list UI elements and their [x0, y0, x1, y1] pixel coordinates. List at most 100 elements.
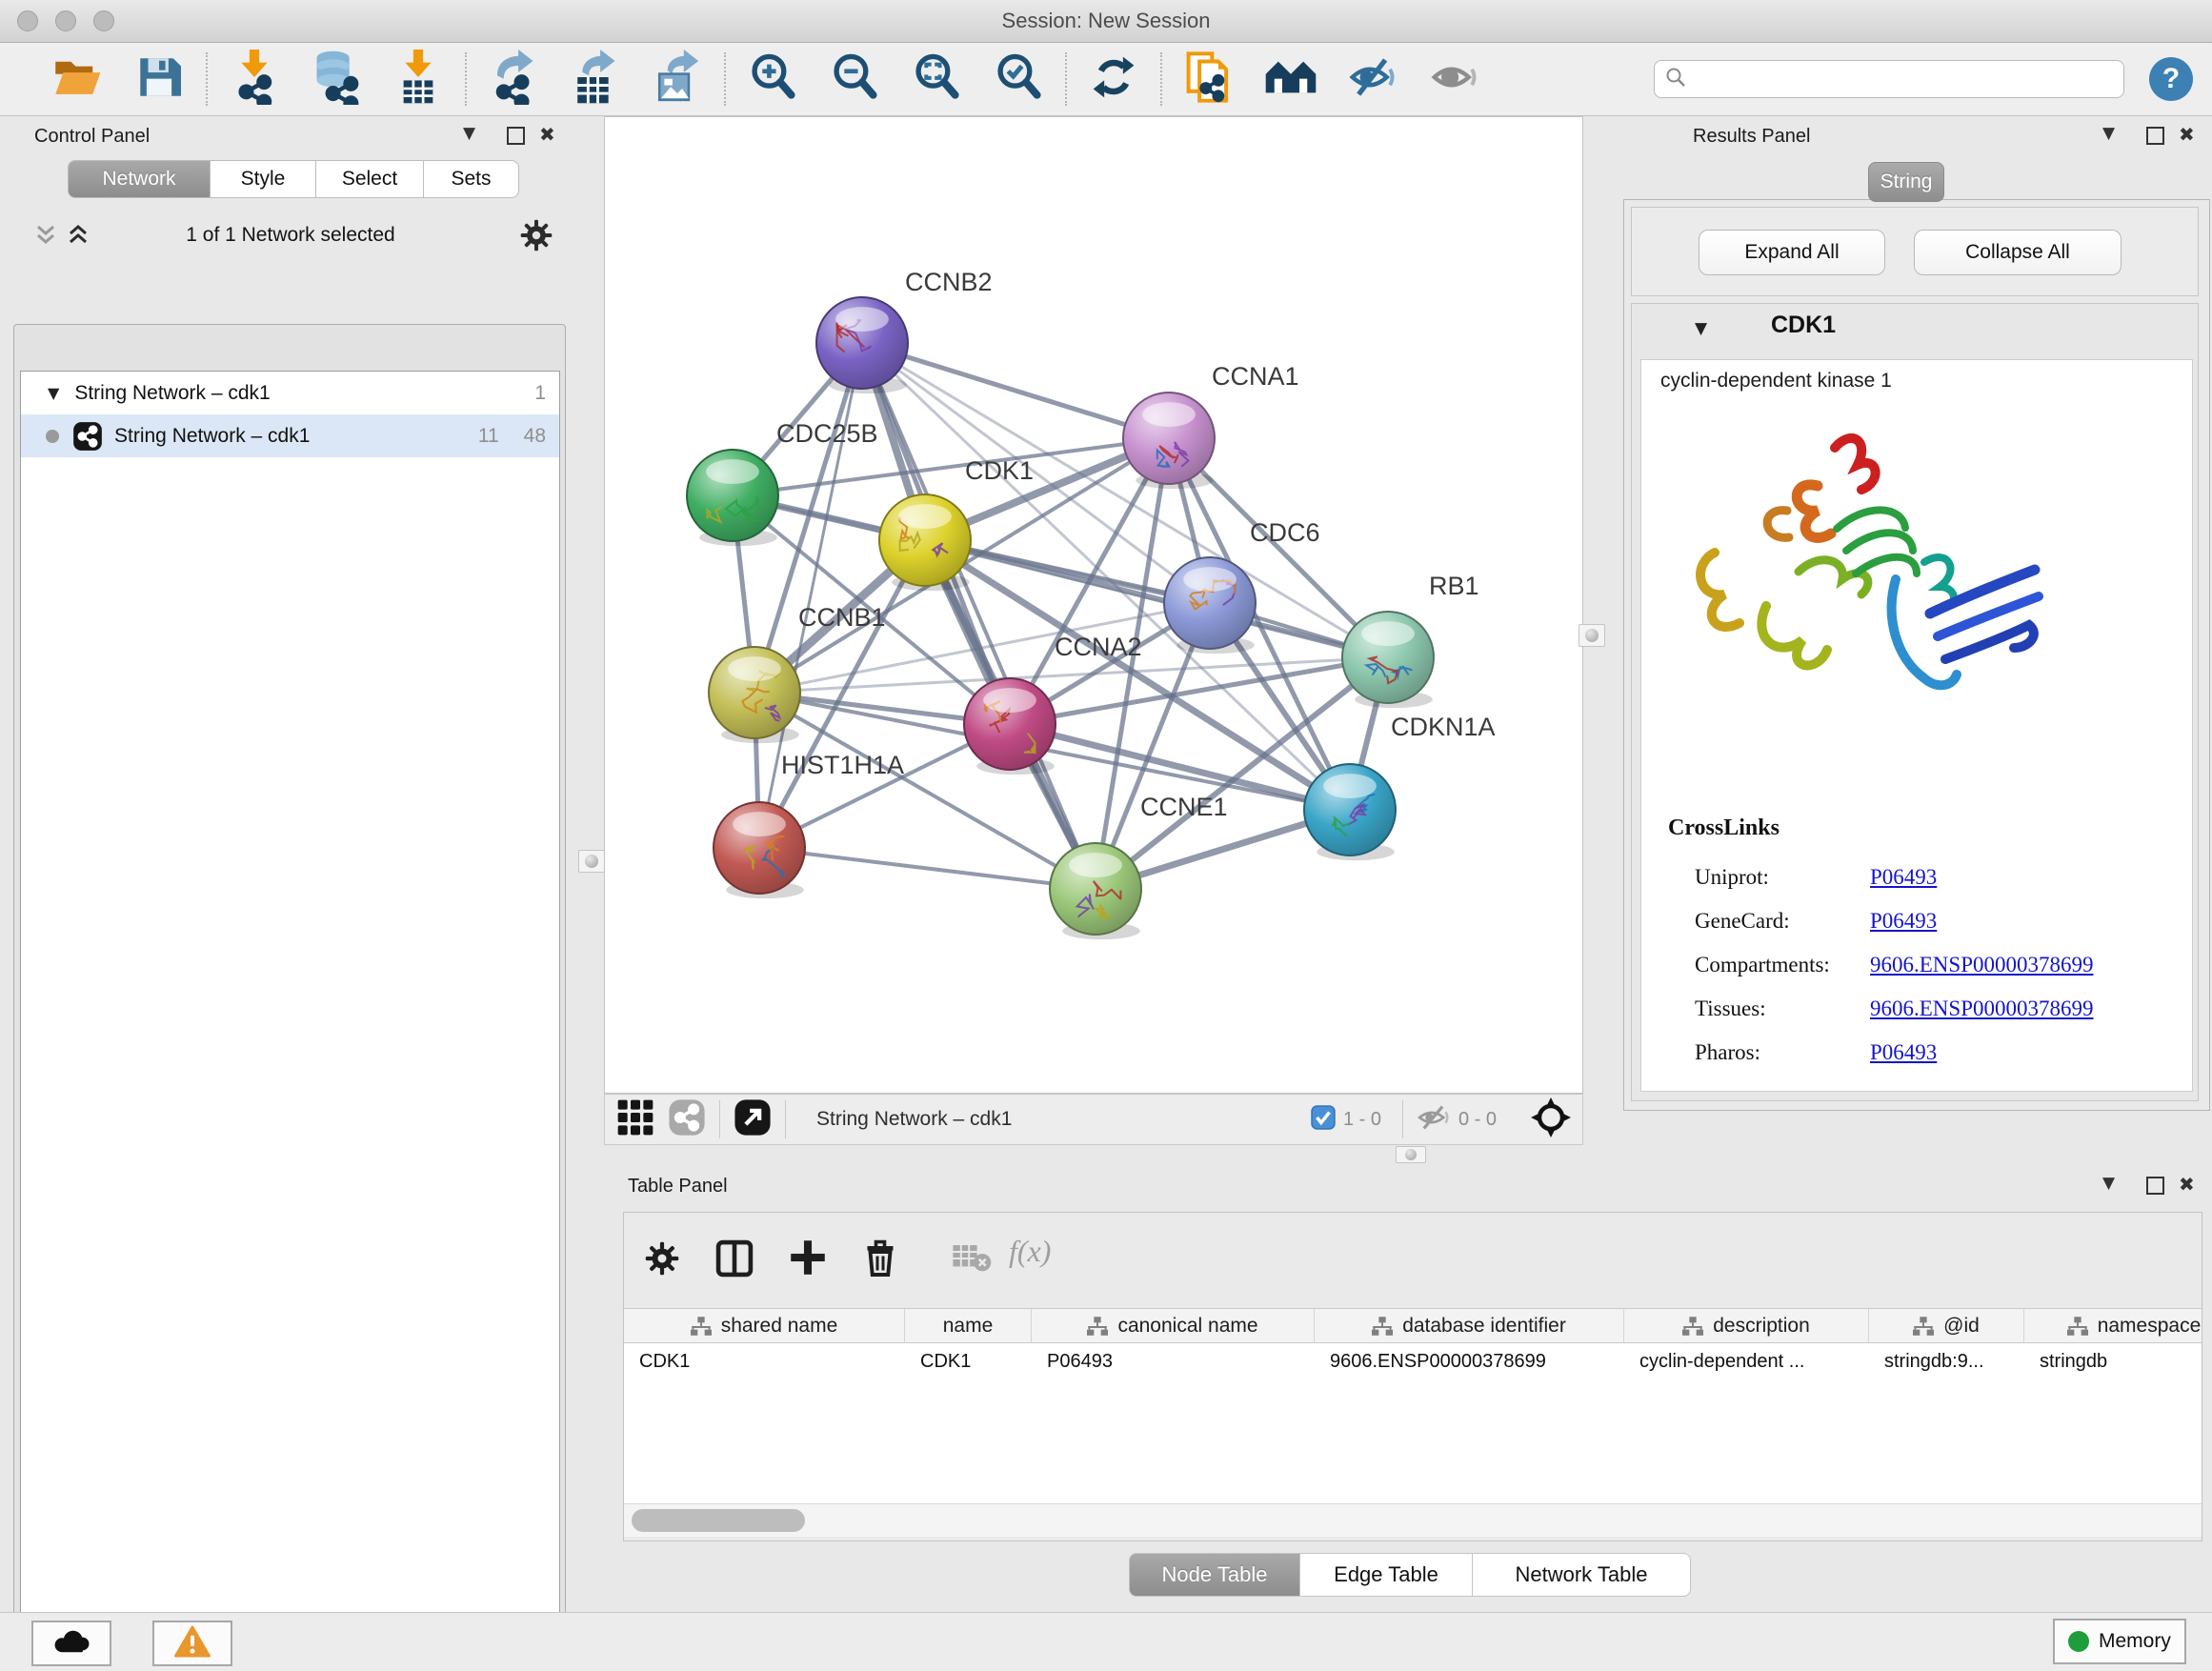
graph-node-label: RB1 — [1429, 572, 1479, 600]
column-header[interactable]: canonical name — [1032, 1309, 1315, 1342]
birds-eye-crosshair-icon[interactable] — [1531, 1097, 1571, 1142]
tab-select[interactable]: Select — [316, 160, 424, 198]
cell-description[interactable]: cyclin-dependent ... — [1624, 1343, 1869, 1379]
function-builder-label[interactable]: f(x) — [1009, 1234, 1051, 1269]
tab-sets[interactable]: Sets — [424, 160, 519, 198]
help-button[interactable]: ? — [2149, 57, 2193, 101]
zoom-selected-button[interactable] — [977, 49, 1059, 110]
hidden-eye-slash-icon[interactable] — [1417, 1102, 1451, 1137]
import-table-button[interactable] — [377, 49, 459, 110]
table-row[interactable]: CDK1 CDK1 P06493 9606.ENSP00000378699 cy… — [624, 1343, 2202, 1379]
tab-edge-table[interactable]: Edge Table — [1300, 1553, 1473, 1597]
zoom-out-button[interactable] — [814, 49, 895, 110]
collapse-all-button[interactable]: Collapse All — [1914, 230, 2122, 275]
cell-shared-name[interactable]: CDK1 — [624, 1343, 905, 1379]
column-header[interactable]: shared name — [624, 1309, 905, 1342]
export-network-button[interactable] — [473, 49, 554, 110]
crosslink-value[interactable]: P06493 — [1870, 1040, 1937, 1065]
network-graph[interactable]: CCNB2CCNA1CDC25BCDK1CDC6RB1CCNB1CCNA2CDK… — [604, 116, 1583, 1094]
crosslink-value[interactable]: 9606.ENSP00000378699 — [1870, 953, 2094, 977]
network-collection-row[interactable]: ▼ String Network – cdk1 1 — [21, 372, 559, 414]
toolbar-separator — [1160, 52, 1162, 106]
export-table-icon — [572, 50, 619, 110]
export-table-button[interactable] — [554, 49, 636, 110]
panel-float-icon[interactable] — [507, 127, 525, 145]
external-link-icon[interactable] — [734, 1098, 772, 1141]
column-header[interactable]: name — [905, 1309, 1032, 1342]
warnings-button[interactable] — [152, 1621, 232, 1666]
zoom-in-button[interactable] — [732, 49, 814, 110]
table-options-gear-icon[interactable] — [645, 1241, 679, 1280]
refresh-button[interactable] — [1073, 49, 1155, 110]
column-header[interactable]: namespace — [2024, 1309, 2202, 1342]
hide-selected-button[interactable] — [1332, 49, 1414, 110]
cell-id[interactable]: stringdb:9... — [1869, 1343, 2024, 1379]
graph-node-ccnb1[interactable] — [709, 647, 800, 743]
scrollbar-thumb[interactable] — [632, 1509, 805, 1532]
column-header[interactable]: description — [1624, 1309, 1869, 1342]
string-share-icon[interactable] — [668, 1098, 706, 1141]
panel-menu-caret-icon[interactable]: ▼ — [2102, 1174, 2115, 1193]
selected-checkbox-icon[interactable] — [1311, 1105, 1336, 1135]
table-horizontal-scrollbar[interactable] — [624, 1503, 2202, 1537]
collapse-all-networks-icon[interactable] — [32, 223, 59, 252]
tree-expand-caret-icon[interactable]: ▼ — [48, 384, 59, 402]
column-header[interactable]: database identifier — [1315, 1309, 1624, 1342]
new-network-from-selection-button[interactable] — [1168, 49, 1250, 110]
tab-network-table[interactable]: Network Table — [1473, 1553, 1691, 1597]
graph-node-rb1[interactable] — [1342, 612, 1434, 708]
graph-node-hist1h1a[interactable] — [714, 802, 805, 898]
panel-float-icon[interactable] — [2146, 127, 2164, 145]
panel-float-icon[interactable] — [2146, 1177, 2164, 1195]
crosslink-label: GeneCard: — [1695, 909, 1870, 934]
memory-button[interactable]: Memory — [2053, 1619, 2186, 1664]
network-row[interactable]: String Network – cdk1 11 48 — [21, 414, 559, 457]
cell-name[interactable]: CDK1 — [905, 1343, 1032, 1379]
first-neighbors-button[interactable] — [1250, 49, 1332, 110]
show-all-button[interactable] — [1414, 49, 1496, 110]
open-session-button[interactable] — [36, 49, 118, 110]
tab-node-table[interactable]: Node Table — [1129, 1553, 1300, 1597]
cell-database-identifier[interactable]: 9606.ENSP00000378699 — [1315, 1343, 1624, 1379]
panel-close-icon[interactable]: ✖ — [2179, 1173, 2195, 1196]
graph-node-ccna1[interactable] — [1123, 393, 1215, 489]
expand-all-networks-icon[interactable] — [65, 223, 91, 252]
panel-close-icon[interactable]: ✖ — [2179, 123, 2195, 146]
graph-node-ccna2[interactable] — [964, 678, 1056, 775]
delete-table-icon[interactable] — [952, 1243, 992, 1278]
crosslink-value[interactable]: 9606.ENSP00000378699 — [1870, 997, 2094, 1021]
cloud-button[interactable] — [31, 1621, 111, 1666]
left-splitter-handle[interactable] — [578, 850, 605, 873]
save-session-button[interactable] — [118, 49, 200, 110]
panel-menu-caret-icon[interactable]: ▼ — [463, 124, 475, 143]
export-image-button[interactable] — [636, 49, 718, 110]
delete-column-trash-icon[interactable] — [862, 1238, 898, 1282]
graph-node-cdk1[interactable] — [879, 494, 971, 591]
cell-namespace[interactable]: stringdb — [2024, 1343, 2202, 1379]
tab-string[interactable]: String — [1868, 162, 1944, 202]
zoom-fit-button[interactable] — [895, 49, 977, 110]
cell-canonical-name[interactable]: P06493 — [1032, 1343, 1315, 1379]
graph-node-cdkn1a[interactable] — [1304, 764, 1396, 860]
grid-view-icon[interactable] — [616, 1098, 654, 1141]
results-button-box: Expand All Collapse All — [1631, 207, 2199, 296]
crosslink-value[interactable]: P06493 — [1870, 909, 1937, 934]
expand-all-button[interactable]: Expand All — [1699, 230, 1885, 275]
import-network-button[interactable] — [213, 49, 295, 110]
crosslink-value[interactable]: P06493 — [1870, 865, 1937, 890]
graph-node-cdc6[interactable] — [1164, 557, 1256, 654]
add-column-icon[interactable] — [788, 1238, 828, 1282]
horizontal-splitter-handle[interactable] — [1396, 1146, 1426, 1163]
section-collapse-caret-icon[interactable]: ▼ — [1695, 319, 1707, 338]
import-database-button[interactable] — [295, 49, 377, 110]
tab-style[interactable]: Style — [211, 160, 316, 198]
column-header[interactable]: @id — [1869, 1309, 2024, 1342]
show-columns-icon[interactable] — [715, 1239, 754, 1282]
panel-menu-caret-icon[interactable]: ▼ — [2102, 124, 2115, 143]
graph-node-ccne1[interactable] — [1050, 843, 1141, 939]
panel-close-icon[interactable]: ✖ — [539, 123, 555, 146]
tab-network[interactable]: Network — [68, 160, 211, 198]
graph-node-cdc25b[interactable] — [687, 450, 778, 546]
network-options-gear-icon[interactable] — [520, 219, 553, 256]
search-input[interactable] — [1687, 68, 2114, 91]
